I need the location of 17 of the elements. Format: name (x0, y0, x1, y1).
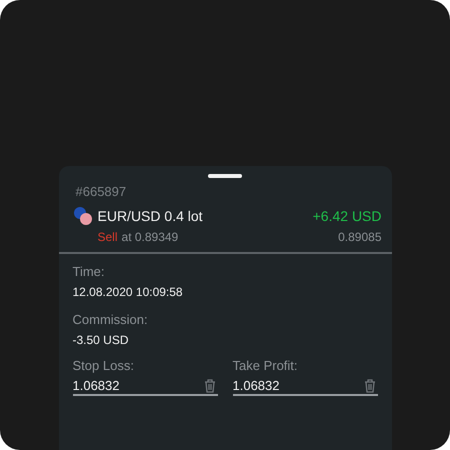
detail-label: Commission: (72, 312, 149, 327)
field-label: Stop Loss: (72, 358, 135, 373)
currency-pair-icon (72, 206, 92, 226)
current-price: 0.89085 (338, 230, 382, 244)
detail-value: -3.50 USD (72, 333, 130, 347)
symbol-volume: EUR/USD 0.4 lot (98, 208, 203, 224)
open-price: Sell at 0.89349 (98, 230, 178, 244)
price-field[interactable]: 1.06832 (232, 378, 378, 396)
detail-value: 12.08.2020 10:09:58 (72, 285, 184, 299)
trash-icon[interactable] (204, 379, 216, 393)
price-field[interactable]: 1.06832 (72, 378, 218, 396)
profit: +6.42 USD (312, 208, 382, 224)
trash-icon[interactable] (364, 379, 376, 393)
order-id: #665897 (76, 184, 128, 199)
detail-label: Time: (72, 264, 106, 279)
drag-handle[interactable] (208, 174, 242, 178)
field-label: Take Profit: (232, 358, 299, 373)
